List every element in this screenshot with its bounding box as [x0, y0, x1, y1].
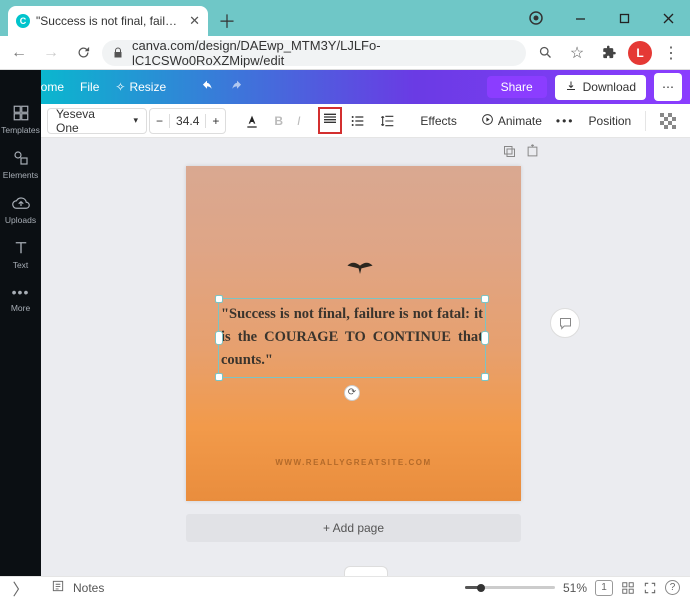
- browser-menu-icon[interactable]: ⋮: [658, 40, 684, 66]
- quote-textbox[interactable]: "Success is not final, failure is not fa…: [218, 298, 486, 378]
- bold-button[interactable]: B: [268, 108, 289, 134]
- page-tools: [502, 144, 540, 164]
- editor-footer: Notes 51% 1 ?: [41, 576, 690, 598]
- rotate-handle[interactable]: ⟳: [344, 385, 360, 401]
- animate-button[interactable]: Animate: [475, 108, 548, 134]
- site-credit-text[interactable]: WWW.REALLYGREATSITE.COM: [186, 458, 521, 467]
- quote-text[interactable]: "Success is not final, failure is not fa…: [221, 303, 483, 373]
- account-circle-icon[interactable]: [514, 0, 558, 36]
- page-indicator-button[interactable]: 1: [595, 580, 613, 596]
- panel-grip[interactable]: [344, 566, 388, 576]
- browser-titlebar: C "Success is not final, failure is not …: [0, 0, 690, 36]
- browser-tab[interactable]: C "Success is not final, failure is not …: [8, 6, 208, 36]
- spacing-button[interactable]: [374, 108, 402, 134]
- resize-icon: ✧: [115, 80, 125, 94]
- window-controls: [514, 0, 690, 36]
- nav-forward-button: →: [38, 40, 64, 66]
- sidebar-item-elements[interactable]: Elements: [3, 149, 38, 180]
- sidebar-item-more[interactable]: ••• More: [11, 284, 30, 313]
- search-icon[interactable]: [532, 40, 558, 66]
- browser-address-bar: ← → canva.com/design/DAEwp_MTM3Y/LJLFo-l…: [0, 36, 690, 70]
- font-size-stepper[interactable]: − 34.4 +: [149, 108, 226, 134]
- profile-avatar[interactable]: L: [628, 41, 652, 65]
- resize-button[interactable]: ✧ Resize: [107, 70, 174, 104]
- resize-handle[interactable]: [215, 373, 223, 381]
- fullscreen-icon[interactable]: [643, 581, 657, 595]
- canva-favicon: C: [16, 14, 30, 28]
- notes-icon[interactable]: [51, 579, 65, 596]
- address-field[interactable]: canva.com/design/DAEwp_MTM3Y/LJLFo-lC1CS…: [102, 40, 526, 66]
- chevron-down-icon: ▾: [133, 115, 138, 126]
- resize-handle[interactable]: [481, 295, 489, 303]
- animate-icon: [481, 113, 494, 129]
- increase-font-button[interactable]: +: [206, 114, 225, 128]
- list-button[interactable]: [344, 108, 372, 134]
- resize-handle[interactable]: [215, 331, 223, 345]
- text-color-button[interactable]: [238, 108, 266, 134]
- window-maximize-button[interactable]: [602, 0, 646, 36]
- window-close-button[interactable]: [646, 0, 690, 36]
- header-more-button[interactable]: ⋯: [654, 73, 682, 101]
- transparency-button[interactable]: [654, 108, 682, 134]
- more-icon: •••: [12, 284, 30, 300]
- bookmark-star-icon[interactable]: ☆: [564, 40, 590, 66]
- zoom-slider[interactable]: [465, 586, 555, 589]
- resize-handle[interactable]: [215, 295, 223, 303]
- nav-reload-button[interactable]: [70, 40, 96, 66]
- extensions-icon[interactable]: [596, 40, 622, 66]
- editor-toolbar: Yeseva One ▾ − 34.4 + B I Effects Animat…: [41, 104, 690, 138]
- resize-handle[interactable]: [481, 331, 489, 345]
- nav-back-button[interactable]: ←: [6, 40, 32, 66]
- bird-graphic: [346, 258, 374, 276]
- notes-label[interactable]: Notes: [73, 581, 104, 595]
- canva-header: 〈 Home File ✧ Resize Share Download ⋯: [0, 70, 690, 104]
- zoom-level[interactable]: 51%: [563, 581, 587, 595]
- position-button[interactable]: Position: [583, 108, 638, 134]
- side-rail: Templates Elements Uploads Text ••• More: [0, 70, 41, 576]
- effects-button[interactable]: Effects: [414, 108, 462, 134]
- canvas-area[interactable]: "Success is not final, failure is not fa…: [41, 138, 690, 576]
- add-page-button[interactable]: + Add page: [186, 514, 521, 542]
- font-family-select[interactable]: Yeseva One ▾: [47, 108, 147, 134]
- toolbar-more-button[interactable]: •••: [550, 108, 581, 134]
- duplicate-page-icon[interactable]: [502, 144, 517, 164]
- alignment-button[interactable]: [318, 107, 342, 134]
- sidebar-item-uploads[interactable]: Uploads: [5, 194, 36, 225]
- decrease-font-button[interactable]: −: [150, 114, 169, 128]
- url-text: canva.com/design/DAEwp_MTM3Y/LJLFo-lC1CS…: [132, 38, 516, 68]
- download-button[interactable]: Download: [555, 75, 646, 100]
- add-page-above-icon[interactable]: [525, 144, 540, 164]
- redo-button[interactable]: [222, 70, 252, 104]
- comment-button[interactable]: [550, 308, 580, 338]
- design-page[interactable]: "Success is not final, failure is not fa…: [186, 166, 521, 501]
- resize-handle[interactable]: [481, 373, 489, 381]
- download-icon: [565, 80, 577, 95]
- font-size-value[interactable]: 34.4: [169, 114, 206, 128]
- file-menu[interactable]: File: [72, 70, 107, 104]
- sidebar-item-templates[interactable]: Templates: [1, 104, 40, 135]
- tab-title: "Success is not final, failure is not: [36, 14, 183, 28]
- sidebar-item-text[interactable]: Text: [12, 239, 30, 270]
- help-icon[interactable]: ?: [665, 580, 680, 595]
- lock-icon: [112, 47, 124, 59]
- grid-view-icon[interactable]: [621, 581, 635, 595]
- undo-button[interactable]: [192, 70, 222, 104]
- new-tab-button[interactable]: ＋: [214, 8, 240, 34]
- share-button[interactable]: Share: [487, 76, 547, 98]
- italic-button[interactable]: I: [291, 108, 306, 134]
- collapse-sidebar-button[interactable]: 〉: [0, 576, 41, 598]
- tab-close-icon[interactable]: ✕: [189, 13, 200, 29]
- window-minimize-button[interactable]: [558, 0, 602, 36]
